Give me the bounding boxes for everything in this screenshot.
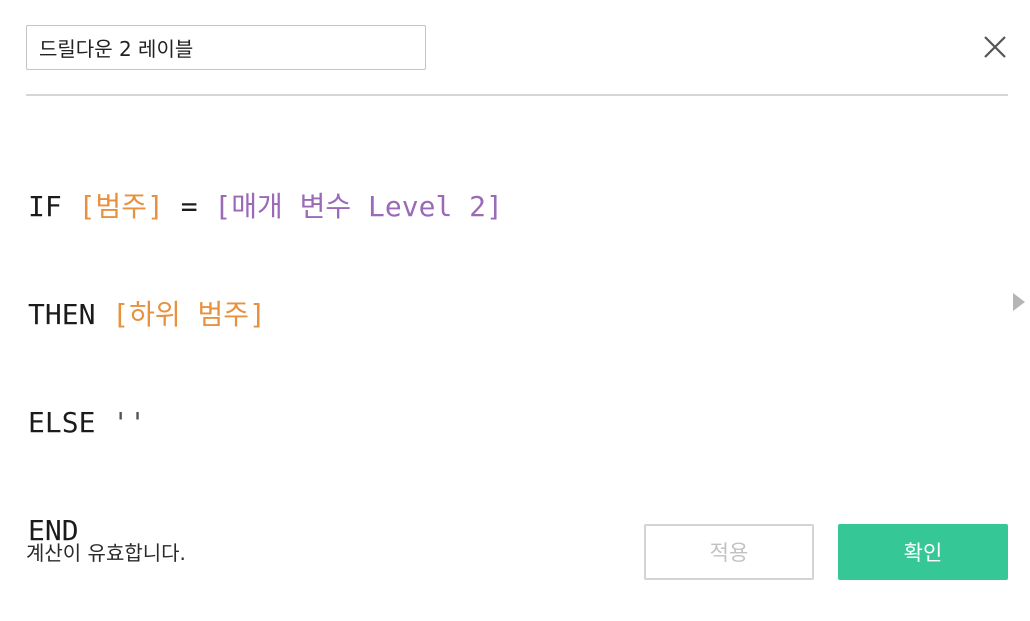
expand-panel-button[interactable]	[1012, 292, 1026, 312]
apply-button[interactable]: 적용	[644, 524, 814, 580]
operator-equals: =	[180, 190, 198, 223]
empty-string-literal: ''	[112, 406, 147, 439]
keyword-if: IF	[28, 190, 62, 223]
expand-right-arrow-icon	[1013, 293, 1025, 311]
close-button[interactable]	[976, 28, 1014, 66]
calculation-name-input[interactable]	[26, 25, 426, 70]
field-category: [범주]	[78, 190, 164, 223]
formula-line-2: THEN [하위 범주]	[28, 297, 1003, 333]
calculation-editor-dialog: IF [범주] = [매개 변수 Level 2] THEN [하위 범주] E…	[0, 0, 1030, 602]
validation-status-text: 계산이 유효합니다.	[26, 541, 186, 565]
formula-line-3: ELSE ''	[28, 405, 1003, 441]
field-subcategory: [하위 범주]	[112, 298, 266, 331]
formula-editor[interactable]: IF [범주] = [매개 변수 Level 2] THEN [하위 범주] E…	[28, 117, 1003, 547]
ok-button[interactable]: 확인	[838, 524, 1008, 580]
header-divider	[26, 94, 1008, 96]
close-icon	[984, 36, 1006, 58]
keyword-then: THEN	[28, 298, 96, 331]
formula-line-1: IF [범주] = [매개 변수 Level 2]	[28, 189, 1003, 225]
parameter-level-2: [매개 변수 Level 2]	[214, 190, 503, 223]
keyword-else: ELSE	[28, 406, 96, 439]
